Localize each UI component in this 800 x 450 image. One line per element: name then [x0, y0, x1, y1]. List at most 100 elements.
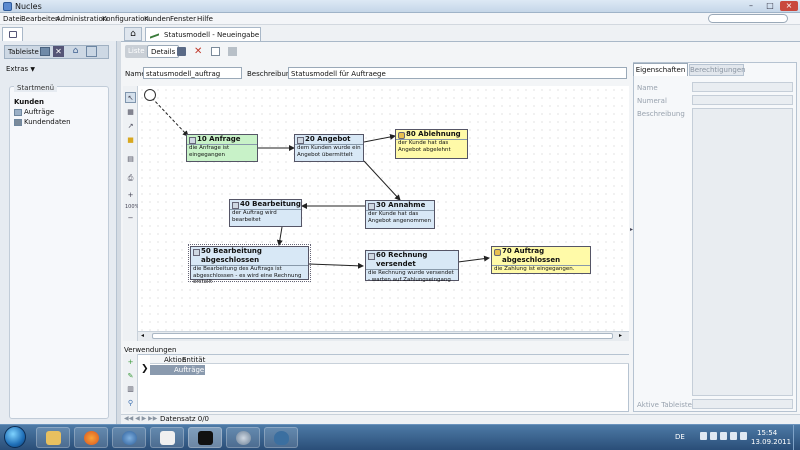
- select-tool-icon[interactable]: ↖: [125, 92, 136, 103]
- network-icon[interactable]: [720, 432, 727, 440]
- zoom-level[interactable]: 100%: [125, 202, 139, 213]
- database-icon: [274, 431, 289, 445]
- menu-administration[interactable]: Administration: [56, 15, 107, 23]
- initial-state-node[interactable]: [144, 89, 156, 101]
- taskbar-firefox[interactable]: [74, 427, 108, 448]
- volume-icon[interactable]: [740, 432, 747, 440]
- window-title: Nucles: [15, 2, 42, 11]
- menu-bearbeiten[interactable]: Bearbeiten: [21, 15, 59, 23]
- state-node-60-rechnung-versendet[interactable]: 60 Rechnung versendet die Rechnung wurde…: [365, 250, 459, 283]
- sidebar-item-label: Aufträge: [24, 108, 55, 116]
- scroll-left-icon[interactable]: ◂: [141, 332, 144, 339]
- close-button[interactable]: ×: [780, 1, 798, 11]
- clock-date[interactable]: 13.09.2011: [751, 438, 791, 446]
- hierarchy-icon[interactable]: ⚲: [125, 398, 136, 409]
- zoom-out-icon[interactable]: −: [125, 213, 136, 224]
- state-description: die Anfrage ist eingegangen: [187, 144, 257, 158]
- start-button[interactable]: [4, 426, 26, 448]
- folder-icon[interactable]: ■: [125, 135, 136, 146]
- add-icon[interactable]: +: [125, 357, 136, 368]
- prop-name-field[interactable]: [692, 82, 793, 92]
- extras-label: Extras: [6, 65, 29, 73]
- global-search-input[interactable]: [708, 14, 788, 23]
- taskbar-console[interactable]: [188, 427, 222, 448]
- menu-hilfe[interactable]: Hilfe: [197, 15, 213, 23]
- flag-icon[interactable]: [730, 432, 737, 440]
- column-entitaet[interactable]: Entität: [182, 356, 205, 364]
- tab-berechtigungen[interactable]: Berechtigungen: [689, 64, 746, 76]
- title-bar: [0, 0, 800, 13]
- menu-kunden[interactable]: Kunden: [144, 15, 170, 23]
- home-tab[interactable]: ⌂: [124, 27, 142, 41]
- remove-icon[interactable]: ▥: [125, 384, 136, 395]
- kunden-group-title: Kunden: [14, 98, 45, 106]
- list-view-button[interactable]: Liste: [125, 45, 148, 58]
- tray-icon[interactable]: [710, 432, 717, 440]
- state-node-10-anfrage[interactable]: 10 Anfrage die Anfrage ist eingegangen: [186, 134, 258, 162]
- scroll-right-icon[interactable]: ▸: [619, 332, 622, 339]
- prop-aktive-tableiste-select[interactable]: [692, 399, 793, 409]
- save-icon[interactable]: [177, 47, 186, 56]
- taskbar-editor[interactable]: [150, 427, 184, 448]
- orders-icon: [14, 108, 22, 116]
- state-title: 70 Auftrag abgeschlossen: [492, 247, 590, 265]
- firefox-icon: [84, 431, 99, 445]
- state-node-30-annahme[interactable]: 30 Annahme der Kunde hat das Angebot ang…: [365, 200, 435, 229]
- layout-icon[interactable]: [86, 46, 97, 57]
- beschreibung-field[interactable]: Statusmodell für Auftraege: [288, 67, 627, 79]
- customer-icon: [14, 118, 22, 126]
- transition-tool-icon[interactable]: ↗: [125, 121, 136, 132]
- close-panel-icon[interactable]: ✕: [53, 46, 64, 57]
- state-title: 40 Bearbeitung: [230, 200, 301, 209]
- gear-icon: [236, 431, 251, 445]
- tab-statusmodell[interactable]: Statusmodell - Neueingabe (Gas: [145, 27, 261, 41]
- state-description: die Bearbeitung des Auftrags ist abgesch…: [191, 265, 308, 286]
- state-node-40-bearbeitung[interactable]: 40 Bearbeitung der Auftrag wird bearbeit…: [229, 199, 302, 227]
- menu-fenster[interactable]: Fenster: [170, 15, 196, 23]
- taskbar-postgres[interactable]: [264, 427, 298, 448]
- language-indicator[interactable]: DE: [675, 433, 685, 441]
- tab-eigenschaften[interactable]: Eigenschaften: [633, 63, 688, 76]
- edit-icon[interactable]: ✎: [125, 371, 136, 382]
- row-pointer-icon: ❯: [141, 364, 149, 374]
- clock-time[interactable]: 15:54: [757, 429, 777, 437]
- taskbar-settings[interactable]: [226, 427, 260, 448]
- state-node-80-ablehnung[interactable]: 80 Ablehnung der Kunde hat das Angebot a…: [395, 129, 468, 159]
- menu-datei[interactable]: Datei: [3, 15, 22, 23]
- state-node-70-auftrag-abgeschlossen[interactable]: 70 Auftrag abgeschlossen die Zahlung ist…: [491, 246, 591, 274]
- tray-icon[interactable]: [700, 432, 707, 440]
- minimize-button[interactable]: –: [742, 1, 760, 11]
- page-icon[interactable]: ▤: [125, 154, 136, 165]
- prop-beschreibung-field[interactable]: [692, 108, 793, 396]
- menu-konfiguration[interactable]: Konfiguration: [102, 15, 149, 23]
- state-description: dem Kunden wurde ein Angebot übermittelt: [295, 144, 363, 158]
- diagram-canvas[interactable]: 10 Anfrage die Anfrage ist eingegangen 2…: [138, 86, 629, 331]
- extras-dropdown[interactable]: Extras ▼: [6, 65, 35, 73]
- maximize-button[interactable]: □: [761, 1, 779, 11]
- table-row[interactable]: Aufträge: [150, 365, 205, 375]
- zoom-in-icon[interactable]: +: [125, 190, 136, 201]
- delete-icon[interactable]: ✕: [194, 47, 203, 57]
- state-node-20-angebot[interactable]: 20 Angebot dem Kunden wurde ein Angebot …: [294, 134, 364, 162]
- state-tool-icon[interactable]: ▦: [125, 107, 136, 118]
- copy-icon[interactable]: [228, 47, 237, 56]
- taskbar-thunderbird[interactable]: [112, 427, 146, 448]
- minimize-panel-icon[interactable]: [40, 47, 50, 56]
- taskbar-explorer[interactable]: [36, 427, 70, 448]
- show-desktop-button[interactable]: [793, 425, 800, 450]
- state-node-50-bearbeitung-abgeschlossen[interactable]: 50 Bearbeitung abgeschlossen die Bearbei…: [188, 244, 311, 285]
- details-view-button[interactable]: Details: [147, 45, 180, 58]
- print-icon[interactable]: ⎙: [125, 173, 136, 184]
- record-navigation-icons[interactable]: ◀◀ ◀ ▶ ▶▶: [124, 415, 157, 422]
- home-icon[interactable]: ⌂: [70, 46, 81, 57]
- new-document-icon[interactable]: [211, 47, 220, 56]
- sidebar-item-auftraege[interactable]: Aufträge: [14, 108, 54, 116]
- initial-transition-arrow: [151, 97, 189, 137]
- prop-numeral-field[interactable]: [692, 95, 793, 105]
- name-field[interactable]: statusmodell_auftrag: [143, 67, 242, 79]
- state-title: 30 Annahme: [366, 201, 434, 210]
- tab-label: Statusmodell - Neueingabe (Gas: [164, 31, 260, 39]
- scrollbar-thumb[interactable]: [152, 333, 613, 339]
- navigation-tab[interactable]: [2, 27, 23, 41]
- sidebar-item-kundendaten[interactable]: Kundendaten: [14, 118, 71, 126]
